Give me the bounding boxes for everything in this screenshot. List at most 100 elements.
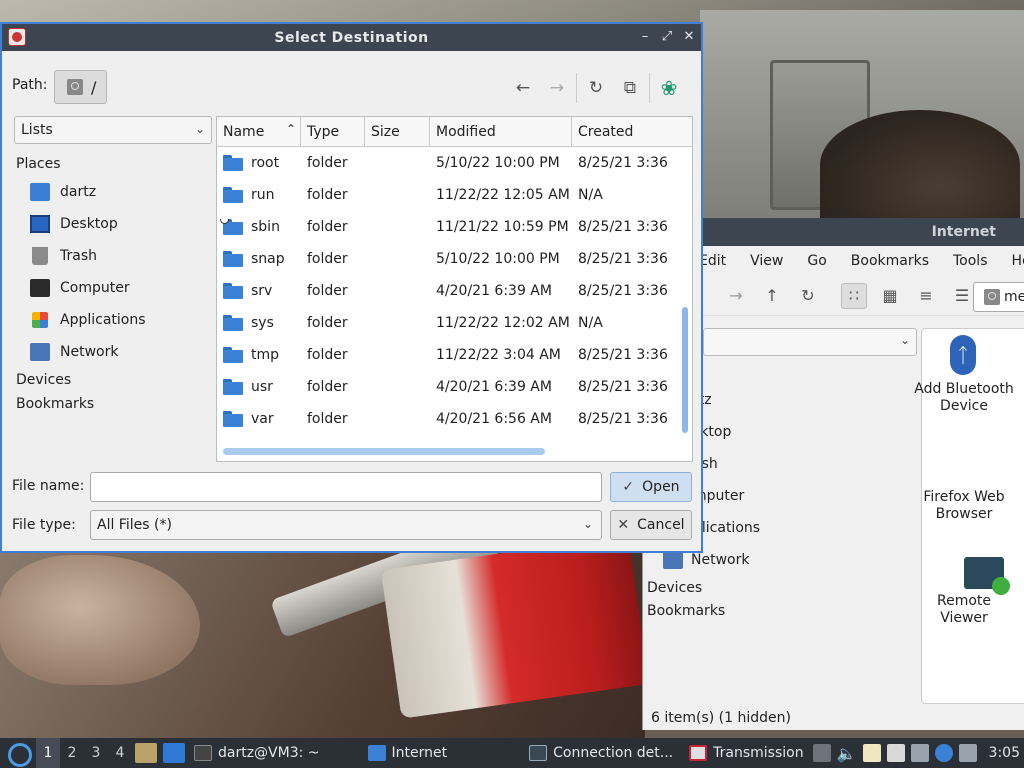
menu-bookmarks[interactable]: Bookmarks xyxy=(839,253,941,269)
file-row[interactable]: usr folder 4/20/21 6:39 AM 8/25/21 3:36 A xyxy=(217,371,692,403)
sidebar-item-home[interactable]: dartz xyxy=(14,176,214,208)
update-notifier-icon[interactable] xyxy=(934,744,953,762)
minimize-button[interactable]: – xyxy=(637,28,653,46)
file-row[interactable]: srv folder 4/20/21 6:39 AM 8/25/21 3:36 A xyxy=(217,275,692,307)
sidebar-item-network[interactable]: Network xyxy=(14,336,214,368)
bookmark-button[interactable]: ❀ xyxy=(652,74,686,102)
select-destination-dialog[interactable]: Select Destination – ⤢ ✕ Path: / ← → ↻ ⧉… xyxy=(0,22,703,553)
sidebar-item-desktop[interactable]: Desktop xyxy=(14,208,214,240)
icon-view-icon[interactable]: ∷ xyxy=(841,282,867,309)
sidebar-item-computer[interactable]: Computer xyxy=(14,272,214,304)
column-header-created[interactable]: Created xyxy=(572,117,672,147)
network-status-icon[interactable] xyxy=(910,744,929,762)
file-name-cell: run xyxy=(217,187,301,203)
file-row[interactable]: sbin folder 11/21/22 10:59 PM 8/25/21 3:36 … xyxy=(217,211,692,243)
task-transmission[interactable]: Transmission xyxy=(683,738,809,768)
task-label: Connection det... xyxy=(553,745,674,761)
folder-icon xyxy=(223,187,243,203)
battery-icon[interactable] xyxy=(958,744,977,762)
menu-view[interactable]: View xyxy=(738,253,795,269)
new-folder-button[interactable]: ⧉ xyxy=(613,74,647,102)
eject-icon[interactable] xyxy=(812,744,831,762)
computer-icon xyxy=(30,279,50,297)
bg-icon-view: ᛏ Add Bluetooth Device Firefox Web Brows… xyxy=(914,328,1024,704)
menu-go[interactable]: Go xyxy=(795,253,838,269)
file-row[interactable]: var folder 4/20/21 6:56 AM 8/25/21 3:36 A xyxy=(217,403,692,435)
dialog-titlebar[interactable]: Select Destination – ⤢ ✕ xyxy=(2,24,701,51)
workspace-4[interactable]: 4 xyxy=(108,738,132,768)
back-button[interactable]: ← xyxy=(506,74,540,102)
notes-icon[interactable] xyxy=(886,744,905,762)
list-view-icon[interactable]: ☰ xyxy=(949,283,975,309)
folder-icon xyxy=(367,745,386,761)
workspace-3[interactable]: 3 xyxy=(84,738,108,768)
compact-view-icon[interactable]: ≡ xyxy=(913,283,939,309)
sidebar-item-applications[interactable]: Applications xyxy=(14,304,214,336)
dialog-title: Select Destination xyxy=(274,29,429,46)
file-name-input[interactable] xyxy=(90,472,602,502)
workspace-2[interactable]: 2 xyxy=(60,738,84,768)
path-root-button[interactable]: / xyxy=(54,70,107,104)
desktop-item-remote-viewer[interactable]: Remote Viewer xyxy=(922,557,1024,627)
task-connection-details[interactable]: Connection det... xyxy=(523,738,679,768)
folder-icon xyxy=(223,411,243,427)
forward-icon[interactable]: → xyxy=(723,283,749,309)
up-icon[interactable]: ↑ xyxy=(759,283,785,309)
close-button[interactable]: ✕ xyxy=(681,28,697,46)
bg-places-combo[interactable]: ⌄ xyxy=(703,328,917,356)
bg-address-bar[interactable]: me xyxy=(973,282,1024,312)
file-name-cell: sbin xyxy=(217,219,301,235)
places-view-combo[interactable]: Lists ⌄ xyxy=(14,116,212,144)
bg-sidebar-label: Network xyxy=(691,552,750,568)
menu-tools[interactable]: Tools xyxy=(941,253,1000,269)
menu-help[interactable]: Help xyxy=(1000,253,1024,269)
clipboard-icon[interactable] xyxy=(862,744,881,762)
chevron-down-icon: ⌄ xyxy=(899,333,910,347)
file-manager-launcher-icon[interactable] xyxy=(135,743,157,763)
column-header-size[interactable]: Size xyxy=(365,117,430,147)
desktop-item-firefox[interactable]: Firefox Web Browser xyxy=(922,489,1024,523)
file-type-select[interactable]: All Files (*) ⌄ xyxy=(90,510,602,540)
start-menu-icon[interactable] xyxy=(4,739,32,767)
file-row[interactable]: run folder 11/22/22 12:05 AM N/A xyxy=(217,179,692,211)
maximize-button[interactable]: ⤢ xyxy=(659,28,675,46)
file-modified-cell: 11/21/22 10:59 PM xyxy=(436,219,569,235)
toolbar-separator xyxy=(649,73,650,103)
column-header-name[interactable]: Name ⌃ xyxy=(217,117,301,147)
devices-header[interactable]: Devices xyxy=(14,368,214,392)
file-type-label: File type: xyxy=(12,517,76,533)
path-root-label: / xyxy=(91,77,97,97)
home-folder-icon xyxy=(30,183,50,201)
desktop-item-bluetooth[interactable]: ᛏ Add Bluetooth Device xyxy=(914,335,1024,415)
bg-devices-header[interactable]: Devices xyxy=(643,576,913,599)
reload-icon[interactable]: ↻ xyxy=(795,283,821,309)
desktop-icon xyxy=(30,215,50,233)
sidebar-item-trash[interactable]: Trash xyxy=(14,240,214,272)
volume-icon[interactable]: 🔈 xyxy=(837,744,857,763)
clock[interactable]: 3:05 xyxy=(989,745,1020,761)
file-modified-cell: 11/22/22 3:04 AM xyxy=(436,347,561,363)
vertical-scrollbar[interactable] xyxy=(682,307,688,433)
file-row[interactable]: sys folder 11/22/22 12:02 AM N/A xyxy=(217,307,692,339)
file-list[interactable]: Name ⌃ Type Size Modified Created root fo… xyxy=(216,116,693,462)
column-header-modified[interactable]: Modified xyxy=(430,117,572,147)
file-row[interactable]: root folder 5/10/22 10:00 PM 8/25/21 3:36 A xyxy=(217,147,692,179)
file-row[interactable]: snap folder 5/10/22 10:00 PM 8/25/21 3:36 A xyxy=(217,243,692,275)
forward-button[interactable]: → xyxy=(540,74,574,102)
task-internet[interactable]: Internet xyxy=(362,738,454,768)
cancel-button[interactable]: ✕ Cancel xyxy=(610,510,692,540)
show-desktop-icon[interactable] xyxy=(163,743,185,763)
workspace-1[interactable]: 1 xyxy=(36,738,60,768)
places-header[interactable]: Places xyxy=(14,152,214,176)
file-created-cell: 8/25/21 3:36 A xyxy=(578,219,672,235)
reload-button[interactable]: ↻ xyxy=(579,74,613,102)
open-button[interactable]: ✓ Open xyxy=(610,472,692,502)
applications-icon xyxy=(32,312,48,328)
horizontal-scrollbar[interactable] xyxy=(223,448,545,455)
column-header-type[interactable]: Type xyxy=(301,117,365,147)
thumbnail-view-icon[interactable]: ▦ xyxy=(877,283,903,309)
task-terminal[interactable]: dartz@VM3: ~ xyxy=(188,738,326,768)
file-row[interactable]: tmp folder 11/22/22 3:04 AM 8/25/21 3:36 A xyxy=(217,339,692,371)
bookmarks-header[interactable]: Bookmarks xyxy=(14,392,214,416)
bg-bookmarks-header[interactable]: Bookmarks xyxy=(643,599,913,622)
